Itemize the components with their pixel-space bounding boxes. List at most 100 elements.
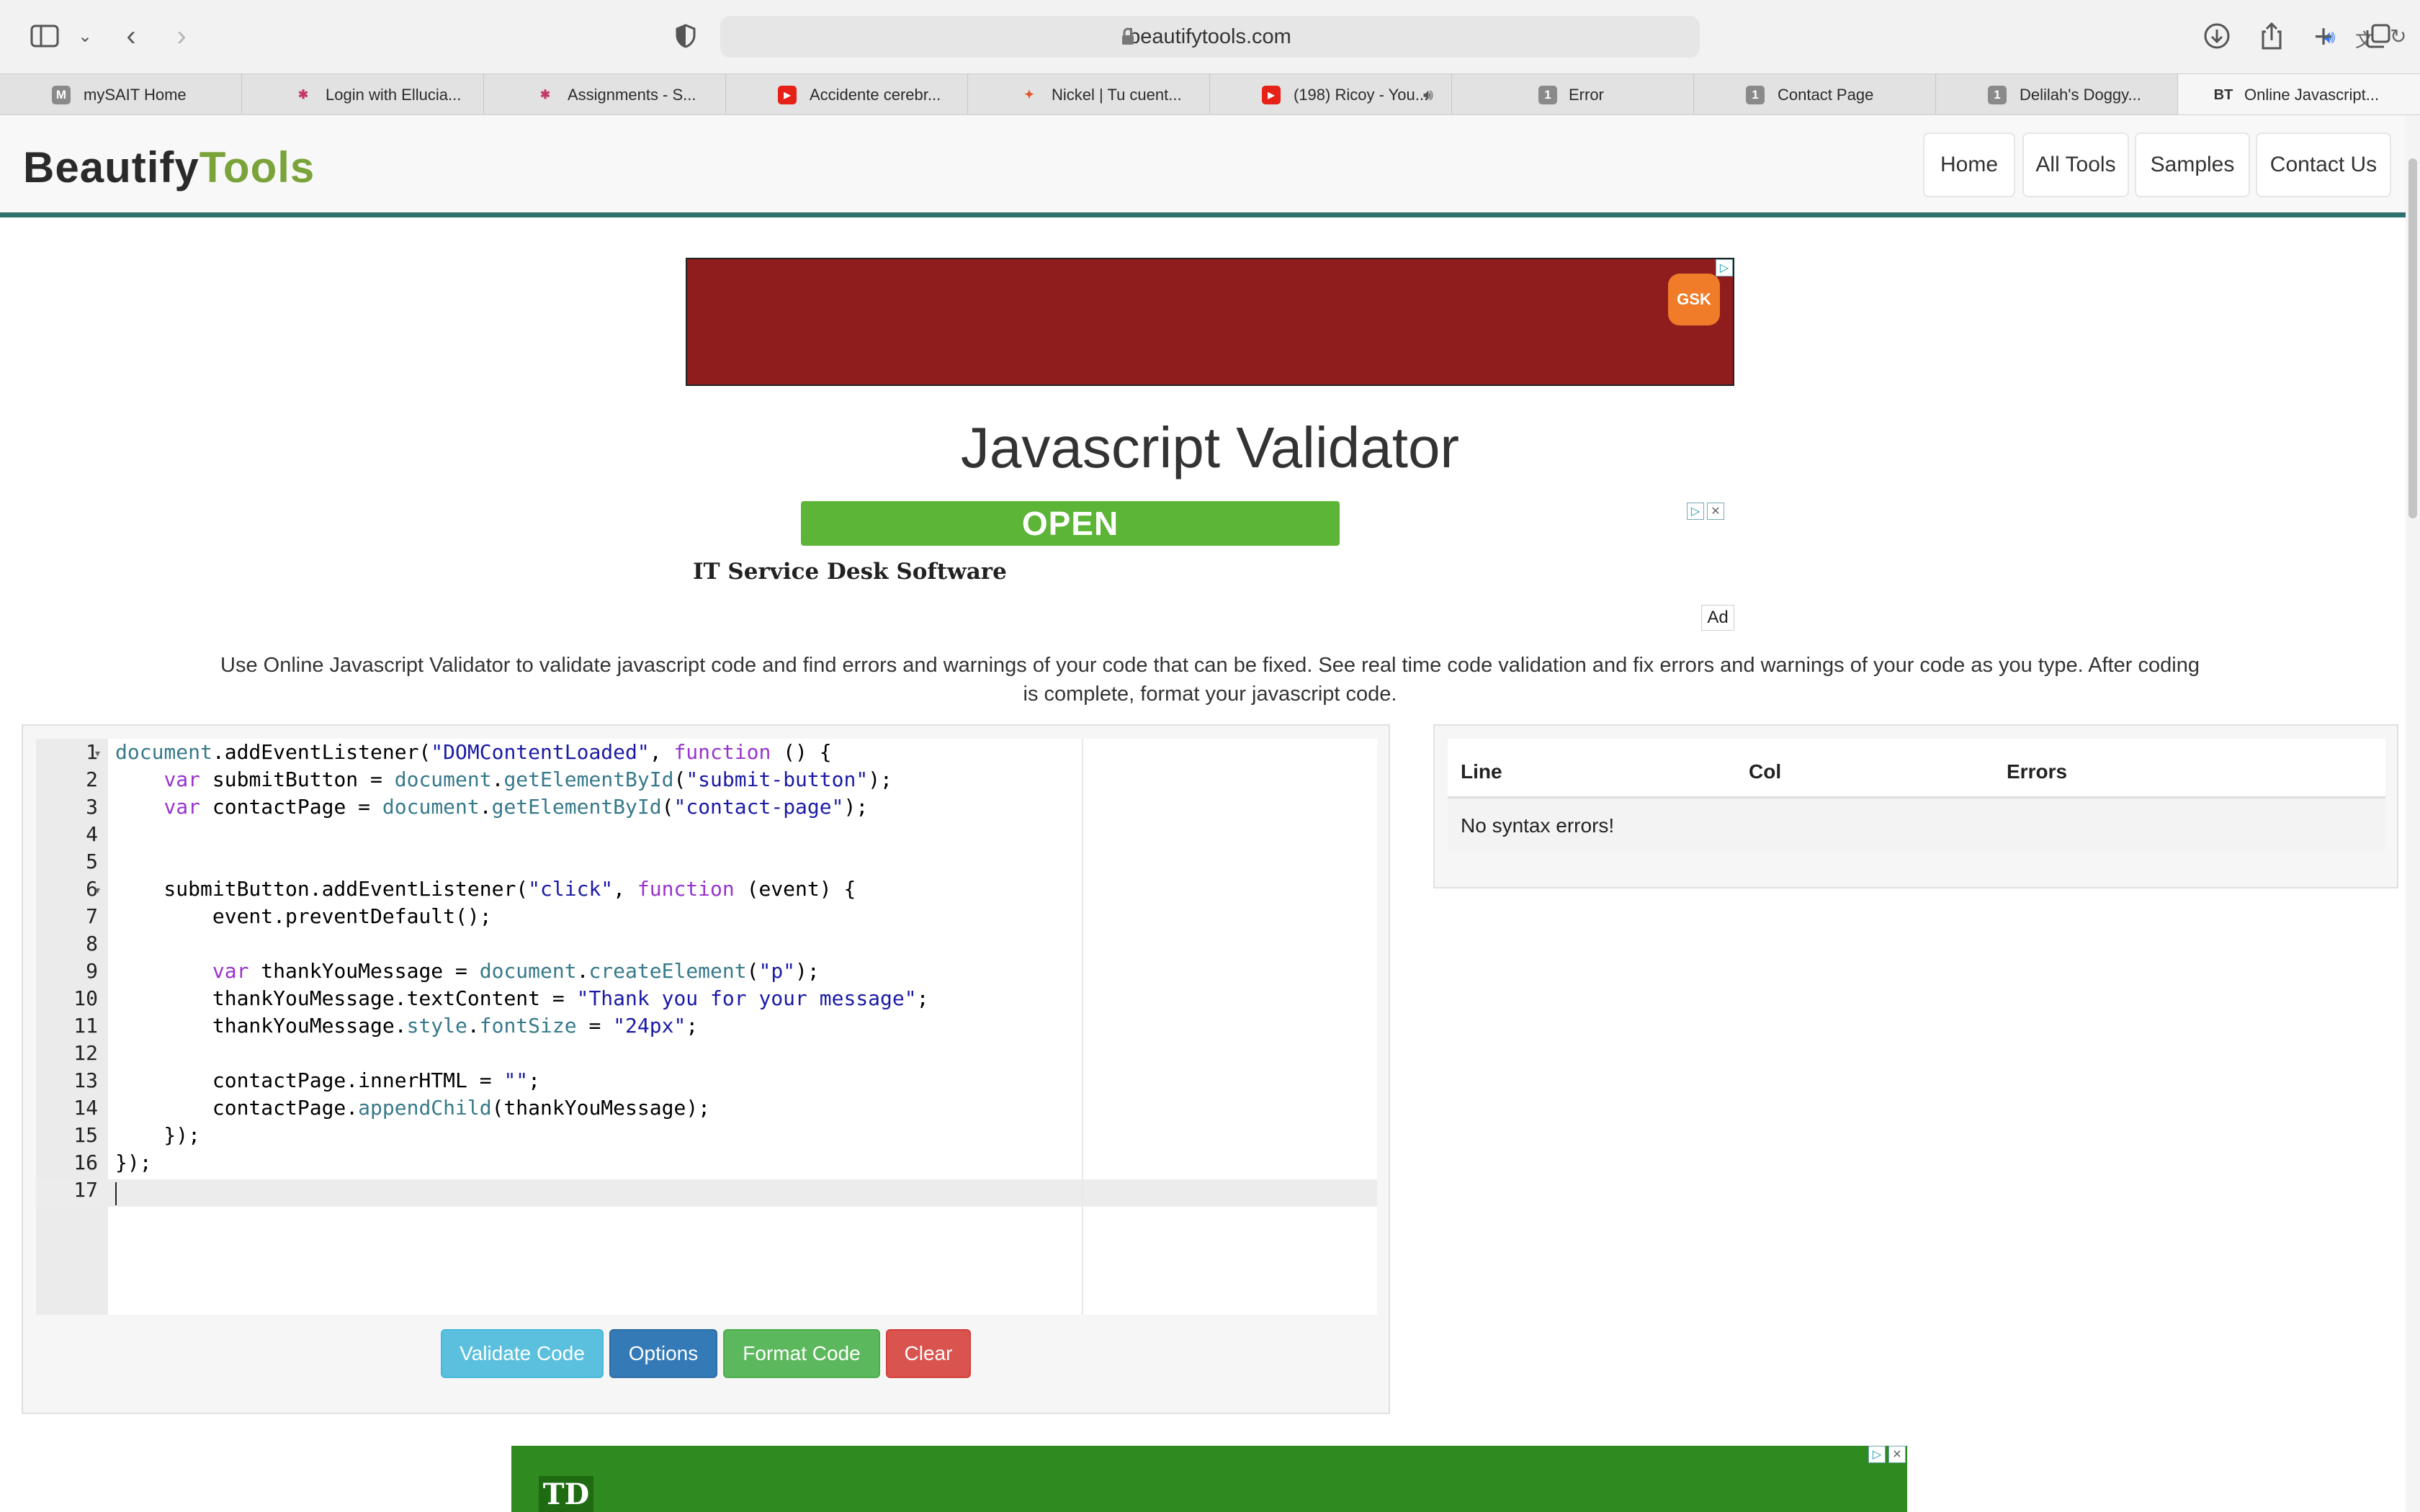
options-button[interactable]: Options — [609, 1329, 717, 1378]
tab-label: Error — [1569, 86, 1604, 104]
tab-error[interactable]: 1 Error — [1452, 74, 1694, 114]
code-line: thankYouMessage.style.fontSize = "24px"; — [115, 1014, 699, 1038]
tab-label: Nickel | Tu cuent... — [1052, 86, 1182, 104]
nav-home[interactable]: Home — [1923, 132, 2015, 197]
downloads-icon[interactable] — [2198, 17, 2236, 55]
ad-open-button[interactable]: OPEN — [801, 501, 1340, 546]
tab-label: Assignments - S... — [568, 86, 696, 104]
tab-favicon-icon: 1 — [1538, 86, 1557, 104]
top-ad-banner[interactable]: GSK ▷ — [686, 258, 1734, 386]
line-number: 10 — [73, 986, 98, 1010]
code-line: document.addEventListener("DOMContentLoa… — [115, 740, 832, 764]
address-bar[interactable]: beautifytools.com 🔊︎ 文 ↻ — [720, 16, 2406, 58]
tab-mysait[interactable]: M mySAIT Home — [0, 74, 242, 114]
share-icon[interactable] — [2253, 17, 2290, 55]
format-code-button[interactable]: Format Code — [723, 1329, 880, 1378]
beautifytools-logo[interactable]: BeautifyTools — [23, 143, 315, 192]
browser-toolbar: ⌄ ‹ › beautifytools.com 🔊︎ 文 ↻ + — [0, 0, 2420, 73]
privacy-shield-icon[interactable] — [667, 17, 704, 55]
logo-text-tools: Tools — [199, 143, 315, 192]
fold-arrow-icon[interactable]: ▾ — [95, 747, 100, 760]
page-title: Javascript Validator — [960, 415, 1460, 480]
tab-online-javascript[interactable]: BT Online Javascript... — [2178, 74, 2420, 114]
new-tab-icon[interactable]: + — [2305, 17, 2342, 55]
tab-nickel[interactable]: ✦ Nickel | Tu cuent... — [968, 74, 1210, 114]
tab-favicon-icon: ✱ — [297, 88, 309, 102]
code-line: var thankYouMessage = document.createEle… — [212, 959, 820, 983]
back-icon[interactable]: ‹ — [112, 17, 150, 55]
logo-text-beautify: Beautify — [23, 143, 200, 192]
line-number: 1 — [86, 740, 98, 764]
youtube-icon: ▶ — [1262, 86, 1281, 104]
col-header-line: Line — [1461, 760, 1502, 783]
code-editor[interactable]: 1 2 3 4 5 6 7 8 9 10 11 12 13 14 15 16 1… — [36, 739, 1377, 1315]
editor-panel: 1 2 3 4 5 6 7 8 9 10 11 12 13 14 15 16 1… — [22, 724, 1390, 1414]
tab-assignments[interactable]: ✱ Assignments - S... — [484, 74, 726, 114]
nav-contact-us[interactable]: Contact Us — [2256, 132, 2391, 197]
adchoices-icon[interactable]: ▷ — [1868, 1446, 1886, 1463]
tab-label: Accidente cerebr... — [810, 86, 941, 104]
tab-label: Login with Ellucia... — [326, 86, 462, 104]
line-number: 5 — [86, 850, 98, 873]
code-line: event.preventDefault(); — [115, 904, 492, 928]
text-cursor — [115, 1182, 117, 1205]
tab-label: Delilah's Doggy... — [2020, 86, 2141, 104]
speaker-icon[interactable]: 🔊︎ — [1423, 86, 1433, 104]
col-header-errors: Errors — [2007, 760, 2068, 783]
tab-label: Contact Page — [1778, 86, 1874, 104]
tab-label: mySAIT Home — [84, 86, 187, 104]
tab-favicon-icon: ✦ — [1023, 88, 1035, 102]
tab-accidente-cerebral[interactable]: ▶ Accidente cerebr... — [726, 74, 968, 114]
tab-label: (198) Ricoy - You... — [1294, 86, 1429, 104]
td-bank-logo: TD — [539, 1476, 593, 1512]
line-number: 2 — [86, 768, 98, 791]
close-ad-icon[interactable]: ✕ — [1707, 503, 1724, 520]
fold-arrow-icon[interactable]: ▾ — [95, 884, 100, 896]
tab-favicon-icon: 1 — [1746, 86, 1765, 104]
bottom-ad-banner[interactable]: TD ▷ ✕ — [511, 1446, 1907, 1512]
code-line: var submitButton = document.getElementBy… — [163, 768, 892, 791]
tab-ricoy-youtube[interactable]: ▶ (198) Ricoy - You... 🔊︎ — [1210, 74, 1452, 114]
lock-icon — [1121, 27, 1135, 50]
ad-label: Ad — [1701, 605, 1734, 631]
sidebar-toggle-icon[interactable] — [26, 17, 63, 55]
tab-overview-icon[interactable] — [2360, 17, 2397, 55]
adchoices-icon[interactable]: ▷ — [1687, 503, 1704, 520]
tab-delilahs-doggy[interactable]: 1 Delilah's Doggy... — [1936, 74, 2178, 114]
line-number: 13 — [73, 1068, 98, 1092]
url-text: beautifytools.com — [1129, 25, 1291, 48]
clear-button[interactable]: Clear — [886, 1329, 971, 1378]
tab-favicon-icon: ✱ — [539, 88, 551, 102]
code-line: contactPage.appendChild(thankYouMessage)… — [115, 1096, 711, 1120]
forward-icon[interactable]: › — [163, 17, 200, 55]
results-row: No syntax errors! — [1448, 798, 2385, 852]
no-errors-message: No syntax errors! — [1461, 814, 1615, 837]
scrollbar-thumb[interactable] — [2408, 158, 2417, 518]
results-header-row: Line Col Errors — [1448, 739, 2385, 798]
code-line: var contactPage = document.getElementByI… — [163, 795, 869, 819]
ad-choices-controls: ▷ ✕ — [1687, 503, 1733, 524]
adchoices-icon[interactable]: ▷ — [1716, 259, 1733, 276]
code-line: contactPage.innerHTML = ""; — [115, 1068, 541, 1092]
nav-all-tools[interactable]: All Tools — [2022, 132, 2129, 197]
results-panel: Line Col Errors No syntax errors! — [1433, 724, 2398, 888]
tab-label: Online Javascript... — [2244, 86, 2380, 104]
beautifytools-favicon-icon: BT — [2213, 86, 2233, 103]
nav-samples[interactable]: Samples — [2135, 132, 2250, 197]
line-number: 3 — [86, 795, 98, 819]
line-number: 12 — [73, 1041, 98, 1065]
site-header: BeautifyTools Home All Tools Samples Con… — [0, 115, 2406, 217]
chevron-down-icon[interactable]: ⌄ — [66, 17, 104, 55]
tab-ellucian-login[interactable]: ✱ Login with Ellucia... — [242, 74, 484, 114]
active-line-highlight — [36, 1179, 1377, 1207]
ad-headline[interactable]: IT Service Desk Software — [693, 559, 1007, 585]
tab-favicon-icon: M — [52, 86, 71, 104]
youtube-icon: ▶ — [778, 86, 797, 104]
validate-code-button[interactable]: Validate Code — [441, 1329, 604, 1378]
code-line: submitButton.addEventListener("click", f… — [115, 877, 856, 901]
line-number: 9 — [86, 959, 98, 983]
close-ad-icon[interactable]: ✕ — [1888, 1446, 1906, 1463]
tab-contact-page[interactable]: 1 Contact Page — [1694, 74, 1936, 114]
page-scrollbar[interactable] — [2406, 115, 2420, 1512]
line-number: 15 — [73, 1123, 98, 1147]
